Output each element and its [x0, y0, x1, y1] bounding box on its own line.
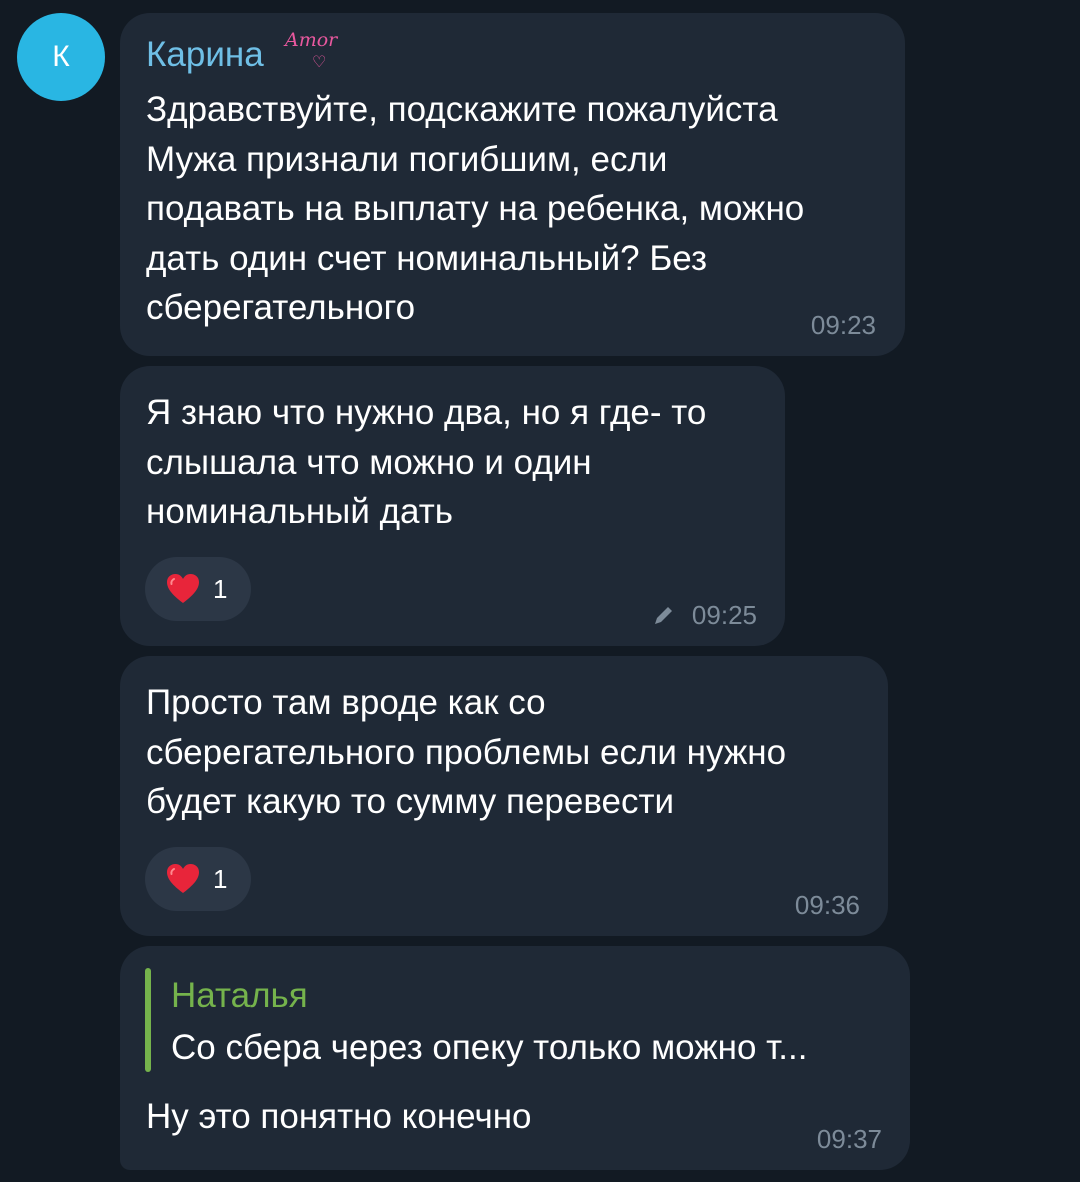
sender-name[interactable]: Карина: [146, 35, 264, 75]
sender-badge: Amor: [285, 29, 338, 51]
message-text: Здравствуйте, подскажите пожалуйста Мужа…: [146, 85, 804, 333]
message-line: дать один счет номинальный? Без: [146, 238, 708, 278]
message-bubble[interactable]: Карина Amor ♡ Здравствуйте, подскажите п…: [120, 13, 905, 356]
message-line: Мужа признали погибшим, если: [146, 139, 668, 179]
message-time: 09:36: [794, 890, 860, 920]
reply-text: Со сбера через опеку только можно т...: [171, 1028, 808, 1067]
reaction-count: 1: [213, 574, 228, 604]
message-text: Ну это понятно конечно: [146, 1092, 532, 1142]
reply-sender-name: Наталья: [171, 976, 308, 1015]
message-line: сберегательного: [146, 288, 416, 327]
heart-icon: [167, 574, 199, 603]
pencil-icon: [655, 607, 672, 624]
reply-accent-bar: [145, 968, 151, 1072]
reply-quote[interactable]: Наталья Со сбера через опеку только можн…: [145, 968, 885, 1072]
reaction-chip[interactable]: 1: [145, 557, 251, 621]
message-text: Я знаю что нужно два, но я где- то слыша…: [146, 388, 706, 537]
message-time: 09:37: [816, 1124, 882, 1154]
message-line: номинальный дать: [146, 492, 454, 531]
message-line: слышала что можно и один: [146, 442, 592, 482]
message-line: будет какую то сумму перевести: [146, 782, 675, 821]
message-line: Просто там вроде как со: [146, 683, 546, 722]
badge-heart-icon: ♡: [312, 54, 327, 71]
reaction-chip[interactable]: 1: [145, 847, 251, 911]
message-bubble[interactable]: Наталья Со сбера через опеку только можн…: [120, 946, 910, 1170]
avatar[interactable]: К: [17, 13, 105, 101]
message-text: Просто там вроде как со сберегательного …: [146, 678, 786, 827]
message-line: сберегательного проблемы если нужно: [146, 732, 787, 772]
message-bubble[interactable]: Я знаю что нужно два, но я где- то слыша…: [120, 366, 785, 646]
message-time: 09:25: [691, 600, 757, 630]
message-line: подавать на выплату на ребенка, можно: [146, 189, 805, 228]
message-bubble[interactable]: Просто там вроде как со сберегательного …: [120, 656, 888, 936]
message-line: Я знаю что нужно два, но я где- то: [146, 393, 707, 432]
message-line: Здравствуйте, подскажите пожалуйста: [146, 90, 778, 129]
reaction-count: 1: [213, 864, 228, 894]
heart-icon: [167, 864, 199, 893]
message-line: Ну это понятно конечно: [146, 1097, 532, 1136]
message-time: 09:23: [810, 310, 876, 340]
